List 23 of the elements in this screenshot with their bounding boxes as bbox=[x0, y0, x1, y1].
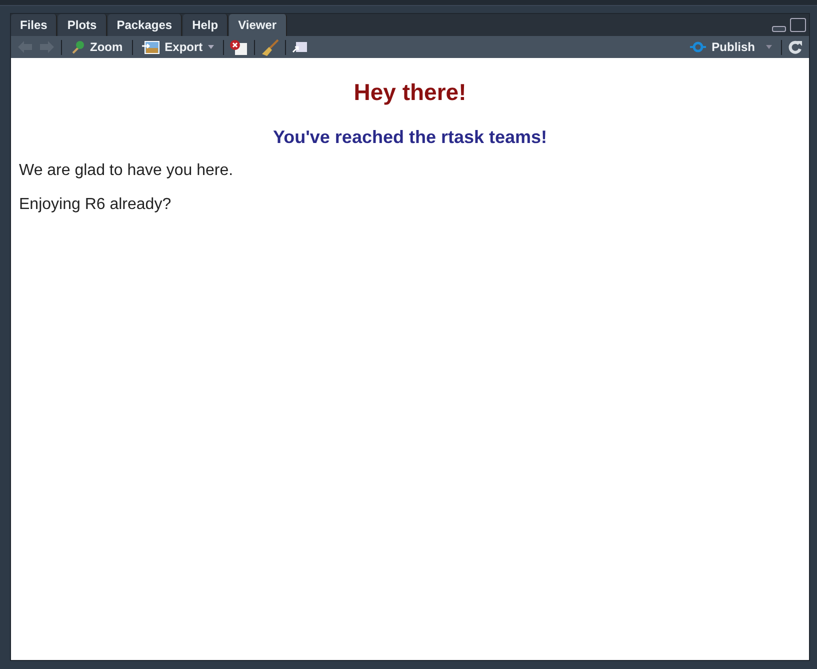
refresh-icon[interactable] bbox=[788, 40, 803, 54]
pane-tab[interactable]: Help bbox=[183, 14, 228, 36]
broom-icon[interactable] bbox=[260, 38, 279, 56]
pane-tab[interactable]: Packages bbox=[108, 14, 182, 36]
pane-tab[interactable]: Plots bbox=[58, 14, 107, 36]
zoom-button[interactable]: Zoom bbox=[68, 40, 126, 54]
publish-button[interactable]: Publish bbox=[686, 40, 775, 54]
popout-icon[interactable] bbox=[292, 41, 308, 53]
caret-icon bbox=[766, 45, 772, 49]
page-subheading: You've reached the rtask teams! bbox=[272, 127, 548, 148]
paragraph: Enjoying R6 already? bbox=[19, 196, 172, 214]
image-icon bbox=[142, 40, 160, 54]
pane-tab[interactable]: Viewer bbox=[229, 14, 287, 36]
page-heading: Hey there! bbox=[352, 79, 468, 106]
caret-icon bbox=[208, 45, 214, 49]
magnifier-icon bbox=[71, 40, 85, 54]
maximize-icon[interactable] bbox=[790, 18, 806, 32]
pane-tab[interactable]: Files bbox=[11, 14, 58, 36]
export-button[interactable]: Export bbox=[138, 40, 217, 54]
publish-icon bbox=[688, 41, 707, 53]
paragraph: We are glad to have you here. bbox=[19, 162, 234, 180]
remove-page-icon[interactable] bbox=[230, 40, 248, 54]
minimize-icon[interactable] bbox=[772, 24, 786, 32]
